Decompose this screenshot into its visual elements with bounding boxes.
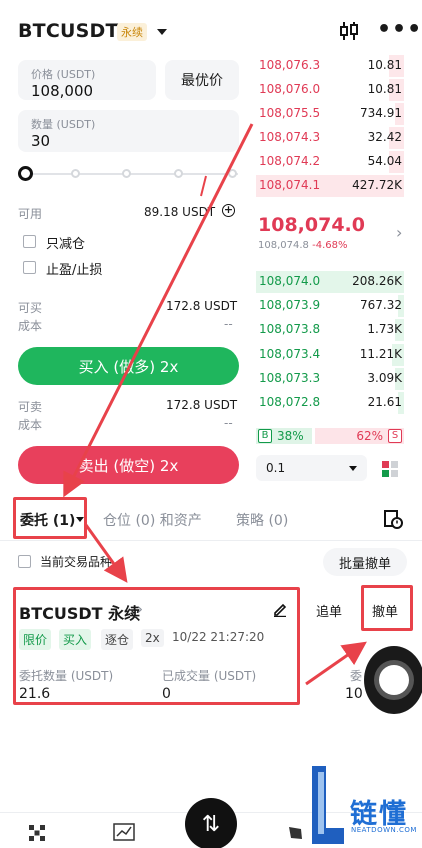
swap-arrows-icon[interactable]: ⇅	[185, 798, 237, 848]
grid-nav-icon[interactable]	[27, 823, 47, 847]
markets-chart-icon[interactable]	[113, 823, 135, 845]
assistive-touch-ball[interactable]	[360, 644, 422, 714]
watermark-logo	[306, 764, 346, 846]
watermark-url: NEATDOWN.COM	[351, 826, 417, 834]
annotation-arrows	[63, 123, 367, 686]
wallet-nav-icon[interactable]	[288, 825, 304, 845]
